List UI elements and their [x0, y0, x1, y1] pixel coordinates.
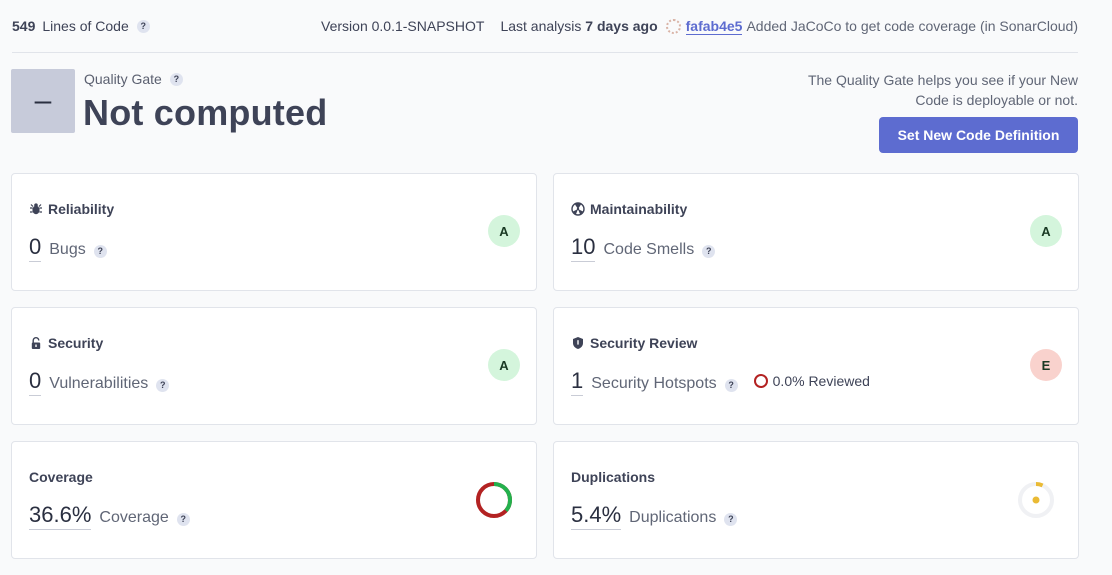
vulnerabilities-label: Vulnerabilities	[49, 375, 149, 392]
help-icon[interactable]: ?	[156, 378, 170, 392]
coverage-title: Coverage	[29, 469, 93, 485]
security-review-metric: 1 Security Hotspots ? 0.0% Reviewed	[571, 368, 870, 396]
reliability-card: Reliability 0 Bugs ? A	[11, 173, 537, 291]
radiation-icon	[571, 202, 585, 216]
help-icon[interactable]: ?	[176, 512, 190, 526]
reliability-metric: 0 Bugs ?	[29, 234, 107, 262]
set-new-code-definition-button[interactable]: Set New Code Definition	[879, 117, 1078, 153]
duplications-value-link[interactable]: 5.4%	[571, 502, 622, 530]
help-icon[interactable]: ?	[702, 244, 716, 258]
maintainability-title: Maintainability	[590, 201, 688, 217]
duplications-title: Duplications	[571, 469, 656, 485]
divider	[12, 52, 1078, 53]
quality-gate-status: Not computed	[83, 92, 328, 133]
reliability-title: Reliability	[48, 201, 115, 217]
maintainability-card: Maintainability 10 Code Smells ? A	[553, 173, 1079, 291]
help-icon[interactable]: ?	[724, 512, 738, 526]
security-title: Security	[48, 335, 104, 351]
card-title: Security Review	[571, 335, 697, 351]
bugs-label: Bugs	[49, 241, 86, 258]
security-rating-badge[interactable]: A	[488, 349, 520, 381]
quality-gate-label-text: Quality Gate	[84, 71, 162, 87]
vulnerabilities-count-link[interactable]: 0	[29, 368, 42, 396]
card-title: Maintainability	[571, 201, 687, 217]
lock-icon	[29, 336, 43, 350]
reliability-rating-badge[interactable]: A	[488, 215, 520, 247]
security-metric: 0 Vulnerabilities ?	[29, 368, 170, 396]
lines-of-code-label: Lines of Code	[42, 18, 129, 34]
commit-hash-link[interactable]: fafab4e5	[685, 18, 743, 35]
commit-avatar-icon	[665, 18, 681, 34]
security-review-rating-badge[interactable]: E	[1030, 349, 1062, 381]
coverage-card: Coverage 36.6% Coverage ?	[11, 441, 537, 559]
lines-of-code-value: 549	[12, 18, 36, 34]
duplications-metric: 5.4% Duplications ?	[571, 502, 738, 530]
coverage-value-link[interactable]: 36.6%	[29, 502, 92, 530]
maintainability-rating-badge[interactable]: A	[1030, 215, 1062, 247]
duplications-dot	[1032, 496, 1040, 504]
quality-gate-hint: The Quality Gate helps you see if your N…	[807, 72, 1078, 108]
code-smells-count-link[interactable]: 10	[571, 234, 596, 262]
card-title: Reliability	[29, 201, 114, 217]
shield-icon	[571, 336, 585, 350]
version-label: Version 0.0.1-SNAPSHOT	[321, 18, 485, 34]
help-icon[interactable]: ?	[136, 19, 150, 33]
reviewed-ring-icon	[753, 374, 768, 388]
coverage-label: Coverage	[99, 509, 169, 526]
security-review-title: Security Review	[590, 335, 698, 351]
last-analysis-prefix: Last analysis	[500, 18, 582, 34]
help-icon[interactable]: ?	[169, 72, 183, 86]
duplications-label: Duplications	[629, 509, 717, 526]
coverage-metric: 36.6% Coverage ?	[29, 502, 190, 530]
quality-gate-label: Quality Gate ?	[84, 71, 183, 87]
maintainability-metric: 10 Code Smells ?	[571, 234, 716, 262]
commit-message: Added JaCoCo to get code coverage (in So…	[746, 18, 1078, 34]
last-analysis: Last analysis 7 days ago	[500, 18, 657, 34]
security-hotspots-label: Security Hotspots	[591, 375, 717, 392]
bugs-count-link[interactable]: 0	[29, 234, 42, 262]
hotspots-reviewed: 0.0% Reviewed	[753, 373, 870, 389]
project-info-bar: 549 Lines of Code ? Version 0.0.1-SNAPSH…	[12, 16, 1078, 36]
quality-gate-status-badge: –	[11, 69, 75, 133]
code-smells-label: Code Smells	[603, 241, 695, 258]
help-icon[interactable]: ?	[724, 378, 738, 392]
bug-icon	[29, 202, 43, 216]
card-title: Duplications	[571, 469, 655, 485]
duplications-indicator[interactable]	[1016, 480, 1056, 520]
card-title: Security	[29, 335, 103, 351]
hotspots-reviewed-value: 0.0% Reviewed	[772, 373, 870, 389]
duplications-card: Duplications 5.4% Duplications ?	[553, 441, 1079, 559]
last-analysis-value: 7 days ago	[585, 18, 658, 34]
security-review-card: Security Review 1 Security Hotspots ? 0.…	[553, 307, 1079, 425]
help-icon[interactable]: ?	[93, 244, 107, 258]
security-card: Security 0 Vulnerabilities ? A	[11, 307, 537, 425]
coverage-donut[interactable]	[474, 480, 514, 520]
security-hotspots-count-link[interactable]: 1	[571, 368, 584, 396]
card-title: Coverage	[29, 469, 93, 485]
